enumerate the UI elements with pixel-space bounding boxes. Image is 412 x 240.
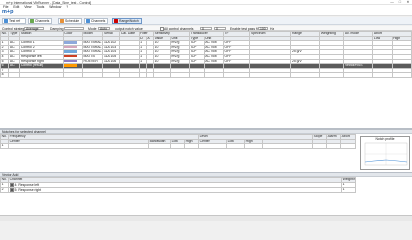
cell[interactable]	[183, 143, 200, 149]
cell-tf[interactable]	[222, 72, 251, 78]
cell-spectrum[interactable]	[249, 72, 292, 78]
cell-weight[interactable]	[319, 72, 345, 78]
col-header[interactable]: Weighting	[341, 177, 356, 183]
brand-strip: m+p	[0, 9, 412, 16]
toolbar-button-range-notch[interactable]: Range/Notch	[112, 18, 142, 24]
checkbox[interactable]	[9, 183, 14, 187]
channels-table: No. Type Station Color Model Serial Cal.…	[0, 31, 412, 78]
cell: 1	[0, 143, 9, 149]
cell-high[interactable]	[391, 72, 412, 78]
cell[interactable]	[198, 143, 228, 149]
cell[interactable]	[8, 143, 149, 149]
cell-low[interactable]	[372, 72, 393, 78]
table-row[interactable]: 8	[0, 72, 412, 78]
sine-icon	[4, 19, 8, 23]
color-swatch[interactable]	[64, 50, 78, 53]
cell[interactable]	[326, 143, 342, 149]
color-swatch[interactable]	[64, 59, 78, 62]
status-bar	[0, 215, 412, 221]
cell[interactable]	[148, 143, 171, 149]
cell[interactable]	[262, 143, 314, 149]
control-strategy-select[interactable]: Average	[24, 26, 44, 31]
cell[interactable]: 1	[341, 186, 356, 194]
cell-model[interactable]: MATTBRAL	[81, 44, 104, 51]
channel-name: 4: Response left	[14, 182, 40, 187]
toolbar-button-test-ref[interactable]: Test ref	[2, 18, 26, 24]
cell-tunit[interactable]	[203, 72, 224, 78]
cell[interactable]	[226, 143, 246, 149]
toolbar-label: Range/Notch	[119, 19, 139, 23]
cell-no: 8	[0, 72, 10, 78]
cell-type[interactable]	[8, 72, 21, 78]
value1-input[interactable]: 0	[200, 26, 212, 31]
toolbar-button-channels[interactable]: Channels	[28, 18, 52, 24]
cell-model[interactable]	[81, 72, 104, 78]
toolbar: Test ref Channels Schedule Channels Rang…	[0, 17, 412, 25]
color-swatch[interactable]	[64, 41, 78, 44]
cell-serial[interactable]	[102, 72, 121, 78]
toolbar-label: Schedule	[65, 19, 80, 23]
cell[interactable]	[340, 143, 357, 149]
cell-range[interactable]	[290, 72, 321, 78]
table-row[interactable]: 1	[0, 143, 357, 149]
window-title: m+p International VibRunner - [Data_Sine…	[6, 0, 92, 5]
channels-icon	[86, 19, 90, 23]
cell[interactable]	[170, 143, 185, 149]
cell-model[interactable]: MATTBRAL	[81, 49, 104, 55]
checkbox[interactable]	[9, 188, 14, 192]
app-logo: m+p	[2, 9, 14, 15]
color-swatch[interactable]	[64, 64, 78, 67]
channels-icon	[30, 19, 34, 23]
cell-avmode[interactable]	[343, 72, 374, 78]
cell-cal[interactable]	[119, 72, 140, 78]
notch-profile-panel: Notch profile	[360, 136, 410, 170]
vector-panel: No. Channel Weighting 1 4: Response left…	[0, 177, 412, 215]
cell: 2	[0, 186, 9, 194]
toolbar-label: Channels	[91, 19, 106, 23]
schedule-icon	[60, 19, 64, 23]
filter-value-input[interactable]: 100	[258, 26, 268, 31]
channel-name: 5: Response right	[14, 187, 42, 192]
range-icon	[114, 19, 118, 23]
cell-model[interactable]: MATTBRAL	[81, 40, 104, 46]
notch-profile-chart	[364, 142, 408, 166]
cell-filter[interactable]	[138, 72, 147, 78]
table-row[interactable]: 2 5: Response right 1	[0, 186, 356, 194]
notches-panel: No. Frequency Level Slope Alarm Abort Ce…	[0, 134, 412, 172]
toolbar-label: Test ref	[9, 19, 21, 23]
damping-input[interactable]	[64, 26, 84, 31]
toolbar-label: Channels	[35, 19, 50, 23]
cell-color[interactable]	[62, 72, 83, 78]
toolbar-button-channels-2[interactable]: Channels	[84, 18, 108, 24]
cell[interactable]	[312, 143, 328, 149]
color-swatch[interactable]	[64, 46, 78, 49]
cell[interactable]: 5: Response right	[8, 186, 342, 194]
cell-filterB[interactable]	[145, 72, 155, 78]
notches-table: No. Frequency Level Slope Alarm Abort Ce…	[0, 134, 357, 149]
cell[interactable]	[244, 143, 264, 149]
cell-station[interactable]	[19, 72, 64, 78]
mode-select[interactable]: Auto	[98, 26, 110, 31]
value2-input[interactable]: 0	[214, 26, 226, 31]
cell-unit[interactable]	[169, 72, 191, 78]
toolbar-button-schedule[interactable]: Schedule	[58, 18, 82, 24]
channels-panel: No. Type Station Color Model Serial Cal.…	[0, 31, 412, 129]
vector-table: No. Channel Weighting 1 4: Response left…	[0, 177, 356, 194]
color-swatch[interactable]	[64, 55, 78, 58]
cell-sens[interactable]	[153, 72, 171, 78]
cell-ttype[interactable]	[189, 72, 205, 78]
